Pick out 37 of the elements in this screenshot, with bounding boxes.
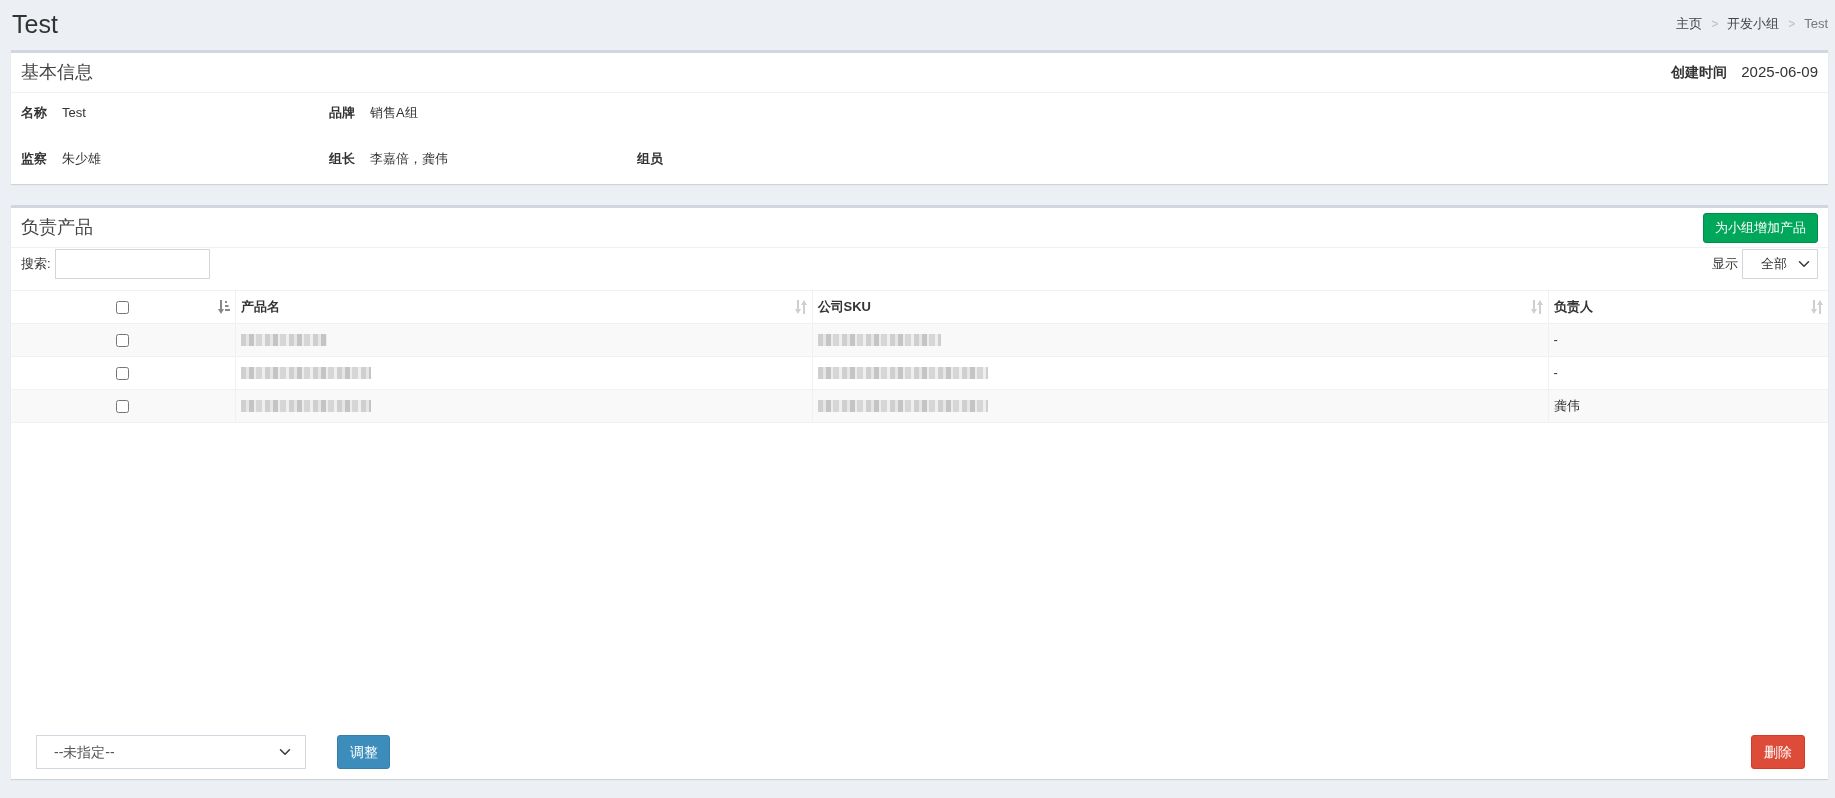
breadcrumb-link[interactable]: 开发小组 bbox=[1727, 14, 1780, 34]
field-label: 组员 bbox=[637, 150, 663, 169]
field-label: 组长 bbox=[329, 150, 355, 169]
adjust-button[interactable]: 调整 bbox=[337, 735, 390, 769]
table-cell: - bbox=[1548, 323, 1828, 357]
sort-ascending-icon[interactable] bbox=[217, 300, 230, 314]
page-length-label: 显示 bbox=[1712, 255, 1738, 274]
select-all-checkbox[interactable] bbox=[116, 300, 130, 314]
row-checkbox[interactable] bbox=[116, 333, 130, 347]
field-value: 2025-06-09 bbox=[1741, 62, 1818, 83]
breadcrumb-separator: > bbox=[1710, 16, 1720, 33]
assignee-select[interactable]: --未指定-- bbox=[36, 735, 306, 769]
breadcrumb-separator: > bbox=[1787, 16, 1797, 33]
column-header[interactable]: 产品名 bbox=[240, 297, 280, 317]
field-label: 创建时间 bbox=[1671, 63, 1728, 82]
search-field[interactable] bbox=[54, 249, 210, 279]
row-checkbox[interactable] bbox=[116, 399, 130, 413]
panel-title: 负责产品 bbox=[21, 216, 93, 239]
page-length-select[interactable]: 全部 bbox=[1742, 249, 1818, 279]
column-header[interactable]: 公司SKU bbox=[817, 297, 871, 317]
table-cell: - bbox=[1548, 356, 1828, 390]
breadcrumb-link[interactable]: 主页 bbox=[1676, 14, 1703, 34]
field-value: Test bbox=[62, 104, 86, 123]
field-label: 监察 bbox=[21, 150, 47, 169]
panel-title: 基本信息 bbox=[21, 61, 93, 84]
field-value: 朱少雄 bbox=[62, 150, 101, 169]
field-label: 名称 bbox=[21, 104, 47, 123]
field-value: 李嘉倍，龚伟 bbox=[370, 150, 448, 169]
field-value: 销售A组 bbox=[370, 104, 418, 123]
row-checkbox[interactable] bbox=[116, 366, 130, 380]
table-cell: 龚伟 bbox=[1548, 389, 1828, 423]
page-title: Test bbox=[11, 11, 58, 37]
breadcrumb-current: Test bbox=[1804, 15, 1828, 34]
column-header[interactable]: 负责人 bbox=[1553, 297, 1593, 317]
field-label: 品牌 bbox=[329, 104, 355, 123]
search-label: 搜索: bbox=[21, 255, 51, 274]
delete-button[interactable]: 删除 bbox=[1751, 735, 1805, 769]
